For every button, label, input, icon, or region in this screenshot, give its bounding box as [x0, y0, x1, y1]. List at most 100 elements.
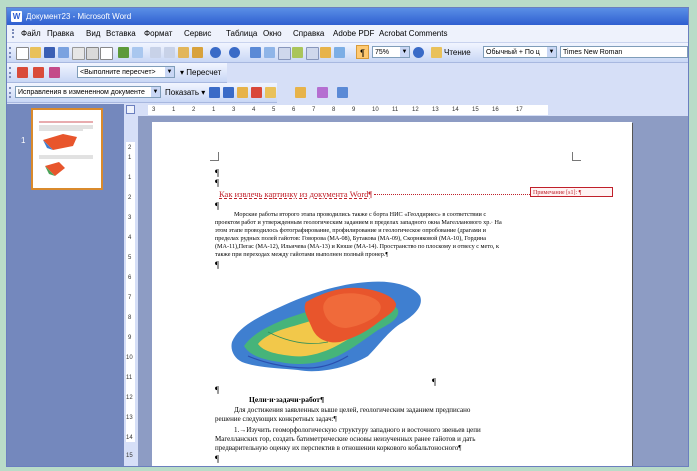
- spelling-icon[interactable]: [118, 47, 129, 58]
- track-changes-icon[interactable]: [295, 87, 306, 98]
- ruler-v-label: 13: [126, 415, 133, 421]
- recalc-button[interactable]: ▾ Пересчет: [180, 67, 221, 78]
- ruler-h-label: 11: [392, 107, 399, 113]
- accept-change-icon[interactable]: [237, 87, 248, 98]
- ruler-h-label: 3: [152, 107, 156, 113]
- tables-borders-icon[interactable]: [264, 47, 275, 58]
- show-button[interactable]: Показать ▾: [165, 87, 205, 98]
- ruler-h-label: 4: [252, 107, 256, 113]
- field-combo[interactable]: <Выполните пересчет> ▼: [77, 66, 175, 78]
- body-line: 1.→Изучить геоморфологическую структуру …: [234, 426, 481, 434]
- body-line: (МА-11),Пегас (МА-12), Ильичева (МА-13) …: [215, 243, 500, 250]
- ruler-h-label: 7: [312, 107, 316, 113]
- cut-icon[interactable]: [150, 47, 161, 58]
- menu-table[interactable]: Таблица: [226, 28, 257, 39]
- help-icon[interactable]: [413, 47, 424, 58]
- toolbar-grip-icon: [9, 47, 14, 58]
- format-painter-icon[interactable]: [192, 47, 203, 58]
- bathymetry-map-image[interactable]: [228, 272, 428, 378]
- thumbnail-page-number: 1: [21, 136, 26, 145]
- ruler-v-label: 1: [128, 155, 132, 161]
- menu-file[interactable]: Файл: [21, 28, 41, 39]
- ruler-h-label: 1: [172, 107, 176, 113]
- body-line: также при переходах между гайотами выпол…: [215, 251, 389, 258]
- ruler-v-label: 10: [126, 355, 133, 361]
- menu-bar: Файл Правка Вид Вставка Формат Сервис Та…: [7, 25, 688, 43]
- print-preview-icon[interactable]: [100, 47, 113, 60]
- permission-icon[interactable]: [58, 47, 69, 58]
- copy-icon[interactable]: [164, 47, 175, 58]
- vertical-ruler[interactable]: 2 1 1 2 3 4 5 6 7 8 9 10 11 12 13 14 15: [124, 104, 139, 466]
- redo-icon[interactable]: [229, 47, 240, 58]
- print-icon[interactable]: [86, 47, 99, 60]
- ruler-h-label: 2: [192, 107, 196, 113]
- new-document-icon[interactable]: [16, 47, 29, 60]
- review-toolbar: Исправления в измененном документе ▼ Пока…: [7, 83, 277, 103]
- fields-toolbar: <Выполните пересчет> ▼ ▾ Пересчет: [7, 63, 227, 83]
- style-combo[interactable]: Обычный + По ц ▼: [483, 46, 557, 58]
- ruler-v-label: 2: [128, 145, 132, 151]
- document-map-icon[interactable]: [334, 47, 345, 58]
- menu-tools[interactable]: Сервис: [184, 28, 211, 39]
- pdf-convert-icon[interactable]: [17, 67, 28, 78]
- new-comment-icon[interactable]: [265, 87, 276, 98]
- ruler-h-label: 16: [492, 107, 499, 113]
- ruler-h-label: 12: [412, 107, 419, 113]
- menu-edit[interactable]: Правка: [47, 28, 74, 39]
- menu-view[interactable]: Вид: [86, 28, 100, 39]
- ruler-h-label: 1: [212, 107, 216, 113]
- show-hide-formatting-button[interactable]: ¶: [356, 45, 369, 59]
- ruler-v-label: 4: [128, 235, 132, 241]
- thumbnail-preview-icon: [39, 121, 93, 176]
- paragraph-mark: ¶: [215, 201, 220, 211]
- zoom-combo[interactable]: 75% ▼: [372, 46, 410, 58]
- toolbar-grip-icon: [9, 87, 14, 98]
- tab-selector-icon[interactable]: [126, 105, 135, 114]
- previous-change-icon[interactable]: [209, 87, 220, 98]
- pdf-review-icon[interactable]: [49, 67, 60, 78]
- save-icon[interactable]: [44, 47, 55, 58]
- insert-excel-icon[interactable]: [292, 47, 303, 58]
- comment-connector: [374, 194, 530, 195]
- columns-icon[interactable]: [306, 47, 319, 60]
- ruler-h-label: 9: [352, 107, 356, 113]
- read-button[interactable]: Чтение: [444, 47, 471, 58]
- chevron-down-icon: ▼: [400, 47, 409, 57]
- read-icon[interactable]: [431, 47, 442, 58]
- font-combo[interactable]: Times New Roman: [560, 46, 688, 58]
- pdf-email-icon[interactable]: [33, 67, 44, 78]
- reject-change-icon[interactable]: [251, 87, 262, 98]
- reviewing-pane-icon[interactable]: [337, 87, 348, 98]
- chevron-down-icon: ▼: [165, 67, 174, 77]
- drawing-icon[interactable]: [320, 47, 331, 58]
- menu-adobe-pdf[interactable]: Adobe PDF: [333, 28, 374, 39]
- page-thumbnail[interactable]: [31, 108, 103, 190]
- document-area[interactable]: ¶ ¶ Как извлечь картинку из документа Wo…: [138, 116, 688, 466]
- ruler-h-label: 8: [332, 107, 336, 113]
- body-line: Морские работы второго этапа проводились…: [234, 211, 487, 218]
- undo-icon[interactable]: [210, 47, 221, 58]
- insert-table-icon[interactable]: [278, 47, 291, 60]
- hyperlink-icon[interactable]: [250, 47, 261, 58]
- menu-window[interactable]: Окно: [263, 28, 282, 39]
- menu-insert[interactable]: Вставка: [106, 28, 136, 39]
- thumbnails-pane: 1: [7, 104, 124, 466]
- ruler-v-label: 14: [126, 435, 133, 441]
- research-icon[interactable]: [132, 47, 143, 58]
- ruler-h-label: 17: [516, 107, 523, 113]
- ruler-v-label: 1: [128, 175, 132, 181]
- open-folder-icon[interactable]: [30, 47, 41, 58]
- menu-acrobat-comments[interactable]: Acrobat Comments: [379, 28, 447, 39]
- display-for-review-combo[interactable]: Исправления в измененном документе ▼: [15, 86, 161, 98]
- menu-format[interactable]: Формат: [144, 28, 172, 39]
- menu-help[interactable]: Справка: [293, 28, 324, 39]
- highlight-icon[interactable]: [317, 87, 328, 98]
- email-icon[interactable]: [72, 47, 85, 60]
- ruler-h-label: 5: [272, 107, 276, 113]
- paste-icon[interactable]: [178, 47, 189, 58]
- next-change-icon[interactable]: [223, 87, 234, 98]
- comment-balloon[interactable]: Примечание [s1]: ¶: [530, 187, 613, 197]
- body-line: предварительную оценку их перспектив в о…: [215, 444, 462, 452]
- document-page[interactable]: ¶ ¶ Как извлечь картинку из документа Wo…: [152, 122, 632, 466]
- chevron-down-icon: ▼: [151, 87, 160, 97]
